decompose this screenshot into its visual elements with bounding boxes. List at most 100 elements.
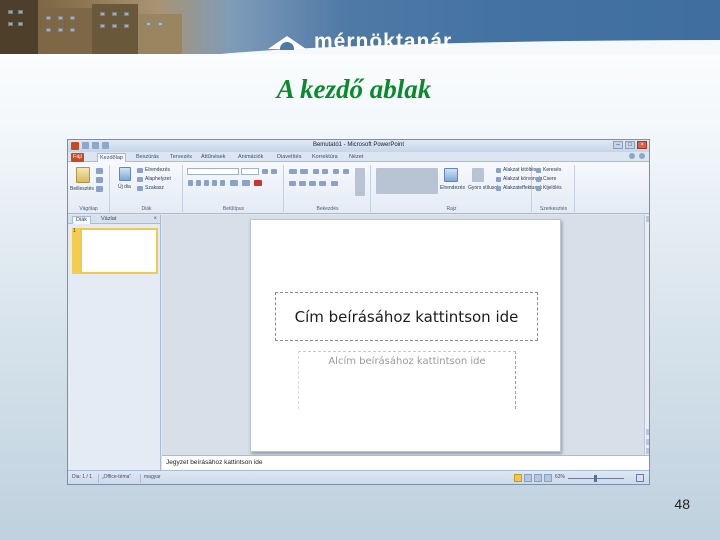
ribbon: Beillesztés Vágólap Új dia Elrendezés Al… [68,162,649,214]
line-spacing-icon[interactable] [333,169,339,174]
font-size-input[interactable] [241,168,259,175]
vertical-scrollbar[interactable] [644,215,649,455]
slides-panel: Diák Vázlat × 1 [68,215,161,470]
next-slide-icon[interactable] [646,439,649,445]
arrange-label[interactable]: Elrendezés [440,185,465,191]
slide-canvas[interactable]: Cím beírásához kattintson ide Alcím beír… [250,219,561,452]
find-icon[interactable] [536,168,541,173]
close-button[interactable]: × [637,141,647,149]
shapes-gallery[interactable] [376,168,438,194]
reset-label[interactable]: Alaphelyzet [145,176,171,182]
find-label[interactable]: Keresés [543,167,561,173]
title-placeholder[interactable]: Cím beírásához kattintson ide [275,292,538,341]
tab-slideshow[interactable]: Diavetítés [275,153,303,162]
arrange-icon[interactable] [444,168,458,182]
tab-view[interactable]: Nézet [347,153,365,162]
status-slide: Dia: 1 / 1 [72,474,93,480]
char-spacing-icon[interactable] [230,180,238,186]
change-case-icon[interactable] [242,180,250,186]
zoom-slider-handle[interactable] [594,475,597,482]
quick-styles-label[interactable]: Gyors stílusok [468,185,500,191]
align-center-icon[interactable] [299,181,306,186]
title-bar: Bemutató1 - Microsoft PowerPoint – □ × [68,140,649,152]
align-right-icon[interactable] [309,181,316,186]
underline-icon[interactable] [204,180,209,186]
tab-design[interactable]: Tervezés [168,153,194,162]
align-left-icon[interactable] [289,181,296,186]
paste-label[interactable]: Beillesztés [70,186,94,192]
tab-slides[interactable]: Diák [72,216,92,224]
italic-icon[interactable] [196,180,201,186]
status-bar: Dia: 1 / 1 „Office-téma” magyar 63% [68,470,649,484]
panel-close-icon[interactable]: × [153,216,157,222]
tab-outline[interactable]: Vázlat [98,216,119,222]
fit-to-window-icon[interactable] [636,474,644,482]
justify-icon[interactable] [319,181,326,186]
format-painter-icon[interactable] [96,186,103,192]
new-slide-icon[interactable] [119,167,131,181]
numbering-icon[interactable] [300,169,308,174]
grow-font-icon[interactable] [262,169,268,174]
select-icon[interactable] [536,186,541,191]
tab-review[interactable]: Korrektúra [310,153,340,162]
quick-styles-icon[interactable] [472,168,484,182]
reading-view-button[interactable] [534,474,542,482]
shape-outline-icon[interactable] [496,177,501,182]
brand-logo: mérnöktanár [268,30,452,54]
replace-icon[interactable] [536,177,541,182]
maximize-button[interactable]: □ [625,141,635,149]
previous-slide-icon[interactable] [646,429,649,435]
scroll-down-icon[interactable] [646,448,649,454]
slideshow-button[interactable] [544,474,552,482]
increase-indent-icon[interactable] [322,169,328,174]
logo-text: mérnöktanár [314,30,453,53]
replace-label[interactable]: Csere [543,176,556,182]
columns-2-icon[interactable] [331,181,338,186]
slide-thumbnail[interactable] [80,228,158,274]
layout-icon[interactable] [137,168,143,173]
font-color-icon[interactable] [254,180,262,186]
group-editing: Keresés Csere Kijelölés Szerkesztés [533,165,575,212]
status-theme: „Office-téma” [102,474,132,480]
scroll-up-icon[interactable] [646,216,649,222]
ribbon-minimize-icon[interactable] [629,153,635,159]
text-direction-icon[interactable] [355,168,365,196]
tab-animations[interactable]: Animációk [236,153,265,162]
columns-icon[interactable] [343,169,349,174]
window-controls: – □ × [613,141,647,149]
shrink-font-icon[interactable] [271,169,277,174]
ribbon-tabs: Fájl Kezdőlap Beszúrás Tervezés Áttűnése… [68,152,649,162]
layout-label[interactable]: Elrendezés [145,167,170,173]
decrease-indent-icon[interactable] [313,169,319,174]
normal-view-button[interactable] [514,474,522,482]
cut-icon[interactable] [96,168,103,174]
group-paragraph: Bekezdés [285,165,371,212]
section-icon[interactable] [137,186,143,191]
shape-fill-icon[interactable] [496,168,501,173]
tab-file[interactable]: Fájl [71,153,84,162]
new-slide-label[interactable]: Új dia [118,184,131,190]
status-language[interactable]: magyar [144,474,161,480]
zoom-level[interactable]: 63% [555,474,565,480]
thumbnail-number: 1 [73,228,76,234]
paste-icon[interactable] [76,167,90,183]
slide-sorter-button[interactable] [524,474,532,482]
tab-insert[interactable]: Beszúrás [134,153,161,162]
section-label[interactable]: Szakasz [145,185,164,191]
shadow-icon[interactable] [220,180,225,186]
copy-icon[interactable] [96,177,103,183]
bullets-icon[interactable] [289,169,297,174]
minimize-button[interactable]: – [613,141,623,149]
bold-icon[interactable] [188,180,193,186]
tab-home[interactable]: Kezdőlap [97,153,126,162]
reset-icon[interactable] [137,177,143,182]
tab-transitions[interactable]: Áttűnések [199,153,227,162]
font-name-input[interactable] [187,168,239,175]
notes-pane[interactable]: Jegyzet beírásához kattintson ide [162,455,649,470]
shape-effects-icon[interactable] [496,186,501,191]
strikethrough-icon[interactable] [212,180,217,186]
subtitle-placeholder[interactable]: Alcím beírásához kattintson ide [298,351,516,409]
help-icon[interactable] [639,153,645,159]
select-label[interactable]: Kijelölés [543,185,562,191]
group-clipboard: Beillesztés Vágólap [68,165,110,212]
